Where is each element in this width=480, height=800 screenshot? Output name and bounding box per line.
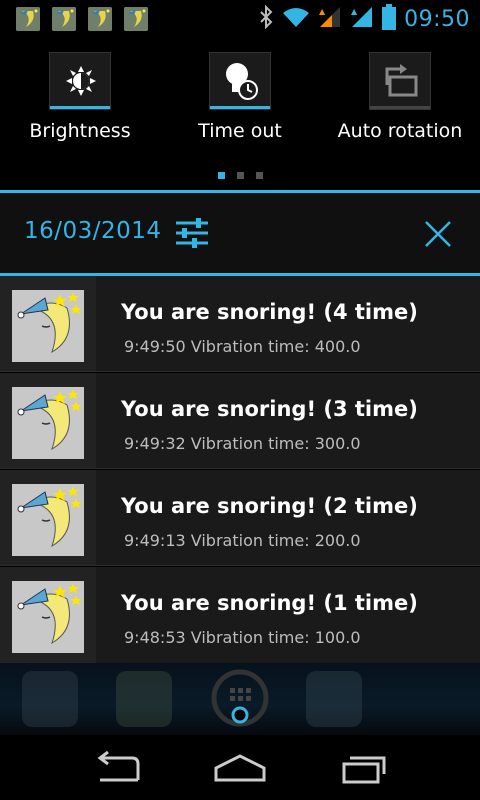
tile-label: Time out [198,120,282,142]
sleeping-moon-icon [12,290,84,362]
home-icon[interactable] [210,750,270,786]
close-icon[interactable] [424,220,452,252]
auto-rotation-button[interactable] [369,52,431,110]
home-screen-background [0,663,480,735]
notification-icon-area [0,567,96,663]
brightness-icon [65,65,97,101]
recents-icon[interactable] [330,750,390,786]
app-drawer-icon [206,669,274,731]
notification-item[interactable]: You are snoring! (4 time) 9:49:50 Vibrat… [0,276,480,372]
quick-settings-panel: Brightness Time out Auto rotation [0,38,480,193]
notification-icon-area [0,276,96,372]
clock: 09:50 [404,6,470,32]
snore-notification-icon [52,7,76,31]
quick-tile-auto-rotation[interactable]: Auto rotation [320,52,480,142]
svg-text:▲: ▲ [351,7,358,16]
notification-title: You are snoring! (1 time) [121,591,418,615]
settings-sliders-icon[interactable] [174,217,210,253]
messaging-app-icon [306,671,362,727]
notification-icon-area [0,470,96,566]
page-dot [217,172,225,179]
cell-signal-icon: ▲ [350,5,374,33]
tile-label: Brightness [29,120,131,142]
sleeping-moon-icon [12,581,84,653]
notification-subtitle: 9:49:13 Vibration time: 200.0 [124,531,361,550]
notification-header: 16/03/2014 [0,193,480,273]
notification-item[interactable]: You are snoring! (2 time) 9:49:13 Vibrat… [0,470,480,566]
notification-subtitle: 9:48:53 Vibration time: 100.0 [124,628,361,647]
brightness-button[interactable] [49,52,111,110]
tile-label: Auto rotation [337,120,463,142]
timeout-button[interactable] [209,52,271,110]
timeout-icon [223,61,259,105]
notification-title: You are snoring! (3 time) [121,397,418,421]
notification-title: You are snoring! (4 time) [121,300,418,324]
date-label: 16/03/2014 [24,218,162,244]
sleeping-moon-icon [12,484,84,556]
snore-notification-icon [16,7,40,31]
snore-notification-icon [124,7,148,31]
notification-item[interactable]: You are snoring! (1 time) 9:48:53 Vibrat… [0,567,480,663]
sleeping-moon-icon [12,387,84,459]
back-icon[interactable] [90,750,150,786]
bluetooth-icon [258,4,274,33]
page-indicator [0,172,480,179]
svg-text:▲: ▲ [319,7,326,16]
notification-title: You are snoring! (2 time) [121,494,418,518]
divider [0,371,480,372]
wifi-icon [282,6,310,32]
phone-app-icon [22,671,78,727]
battery-icon [382,4,397,34]
auto-rotation-icon [382,63,420,105]
notification-subtitle: 9:49:32 Vibration time: 300.0 [124,434,361,453]
notification-icon-area [0,373,96,469]
divider [0,468,480,469]
status-icons: ▲ ▲ 09:50 [258,4,470,34]
quick-tile-timeout[interactable]: Time out [160,52,320,142]
notification-subtitle: 9:49:50 Vibration time: 400.0 [124,337,361,356]
page-dot [255,172,263,179]
status-bar: ▲ ▲ 09:50 [0,0,480,38]
snore-notification-icon [88,7,112,31]
contacts-app-icon [116,671,172,727]
quick-tile-brightness[interactable]: Brightness [0,52,160,142]
page-dot [236,172,244,179]
divider [0,565,480,566]
notification-item[interactable]: You are snoring! (3 time) 9:49:32 Vibrat… [0,373,480,469]
navigation-bar [0,735,480,800]
cell-signal-icon: ▲ [318,5,342,33]
